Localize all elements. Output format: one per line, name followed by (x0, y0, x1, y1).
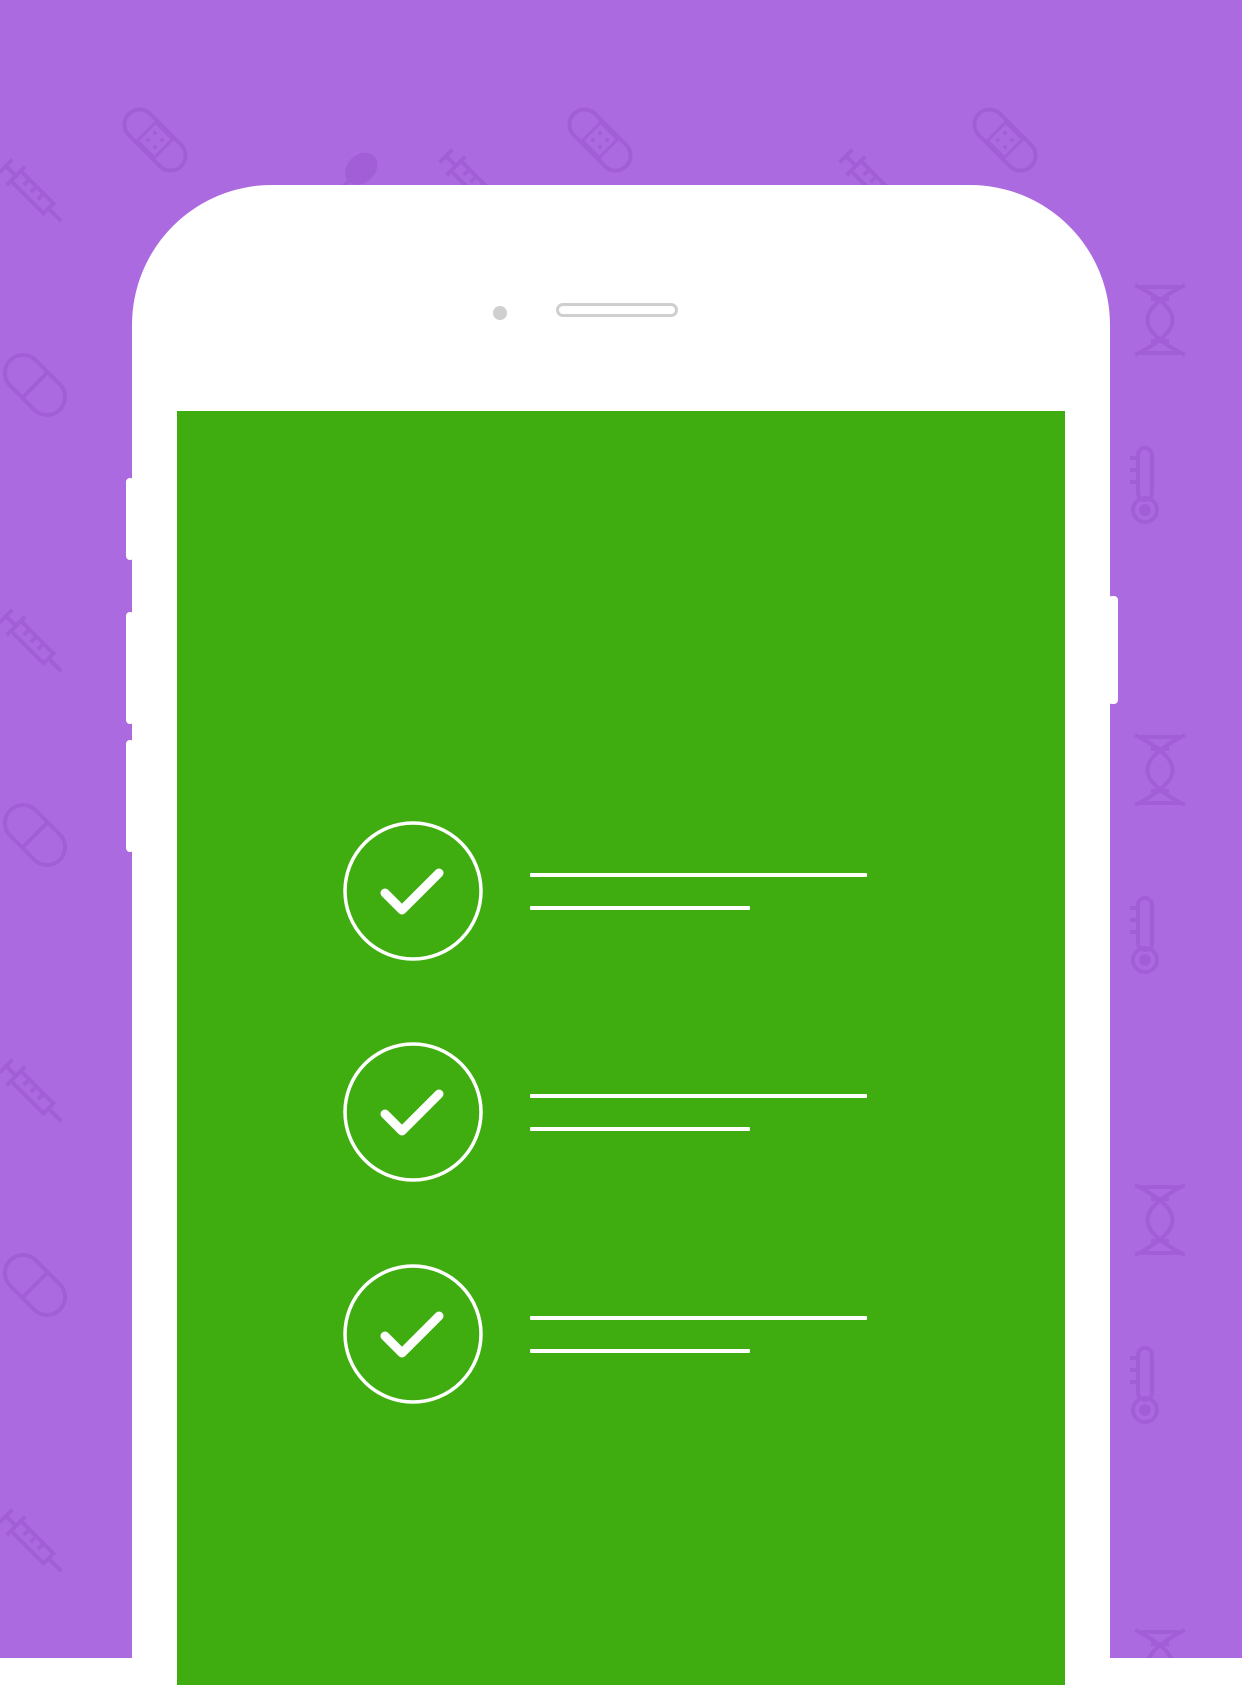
pill-icon (2, 802, 68, 868)
checklist-item (177, 1042, 1065, 1188)
placeholder-text-line (530, 1316, 867, 1320)
thermometer-icon (1130, 896, 1159, 974)
volume-up-button (126, 612, 134, 724)
check-circle-icon (343, 1042, 483, 1182)
thermometer-icon (1130, 446, 1159, 524)
power-button (1108, 596, 1118, 704)
placeholder-text-line (530, 873, 867, 877)
phone-screen (177, 411, 1065, 1685)
checklist-item (177, 821, 1065, 967)
dna-icon (1134, 733, 1186, 807)
bandage-icon (122, 107, 188, 173)
phone-mockup (132, 185, 1110, 1685)
placeholder-text-line (530, 1094, 867, 1098)
dna-icon (1134, 1183, 1186, 1257)
bandage-icon (567, 107, 633, 173)
pill-icon (2, 1252, 68, 1318)
check-circle-icon (343, 1264, 483, 1404)
syringe-icon (0, 1508, 63, 1573)
earpiece-speaker (556, 303, 678, 317)
syringe-icon (0, 608, 63, 673)
mute-switch (126, 478, 134, 560)
placeholder-text-line-short (530, 906, 750, 910)
syringe-icon (0, 1058, 63, 1123)
syringe-icon (0, 158, 63, 223)
check-circle-icon (343, 821, 483, 961)
checklist-item (177, 1264, 1065, 1410)
volume-down-button (126, 740, 134, 852)
placeholder-text-line-short (530, 1127, 750, 1131)
placeholder-text-line-short (530, 1349, 750, 1353)
front-camera (493, 306, 507, 320)
dna-icon (1134, 1628, 1186, 1658)
thermometer-icon (1130, 1346, 1159, 1424)
pill-icon (2, 352, 68, 418)
dna-icon (1134, 283, 1186, 357)
bandage-icon (972, 107, 1038, 173)
